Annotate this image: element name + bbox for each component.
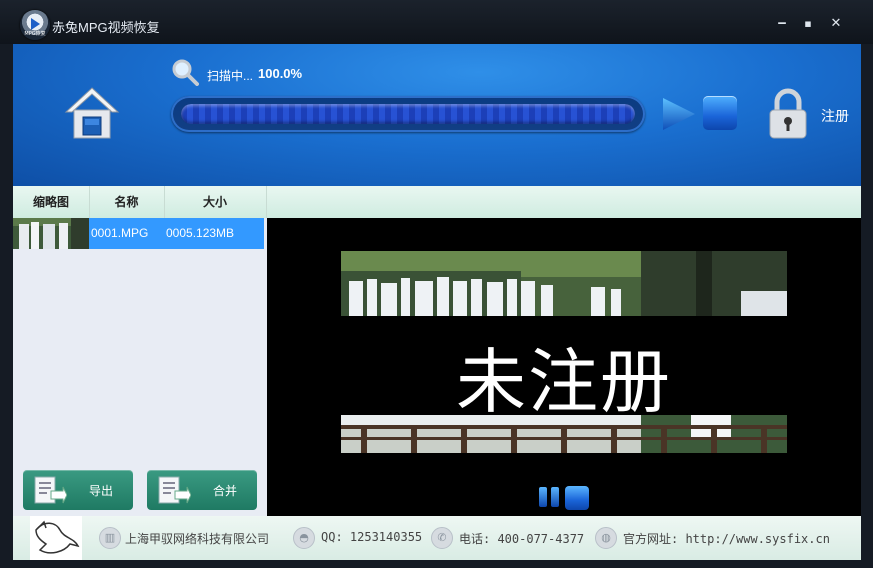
column-size[interactable]: 大小 [164,186,267,218]
video-preview: 未注册 [267,218,861,516]
header-panel: 扫描中... 100.0% 注册 [13,44,861,186]
export-button[interactable]: 导出 [23,470,133,510]
column-thumbnail[interactable]: 缩略图 [13,186,90,218]
scan-progress-bar [171,96,645,132]
lock-icon[interactable] [767,88,809,140]
merge-label: 合并 [213,484,238,498]
file-size: 0005.123MB [166,226,235,240]
merge-icon [158,476,191,504]
file-list-header: 缩略图 名称 大小 [13,186,861,218]
stop-button[interactable] [703,96,737,130]
register-link[interactable]: 注册 [821,106,849,126]
search-icon [172,59,199,86]
file-thumbnail [13,218,89,249]
maximize-button[interactable]: ▪ [798,14,818,34]
preview-stop-button[interactable] [565,486,589,510]
app-logo-text: MPG恢复 [24,31,46,37]
app-logo-icon: MPG恢复 [20,10,50,40]
company-name: 上海甲驭网络科技有限公司 [125,532,270,546]
building-icon: ▥ [99,527,121,549]
export-label: 导出 [89,484,114,498]
app-title: 赤兔MPG视频恢复 [52,20,160,35]
app-window: MPG恢复 赤兔MPG视频恢复 ‒ ▪ ✕ 扫描中... 100.0% 注册 缩… [0,0,873,568]
preview-image-top [341,251,787,316]
globe-icon: ◍ [595,527,617,549]
start-play-button[interactable] [661,96,697,132]
qq-number: QQ: 1253140355 [321,530,423,544]
title-bar: MPG恢复 赤兔MPG视频恢复 ‒ ▪ ✕ [0,0,873,44]
merge-button[interactable]: 合并 [147,470,257,510]
website-link[interactable]: 官方网址: http://www.sysfix.cn [623,530,830,547]
progress-fill [181,104,635,124]
close-button[interactable]: ✕ [826,14,846,34]
unregistered-watermark: 未注册 [456,341,672,423]
file-row[interactable]: 0001.MPG 0005.123MB [13,218,264,249]
pause-icon[interactable] [538,486,560,508]
qq-icon: ◓ [293,527,315,549]
file-name: 0001.MPG [91,226,149,240]
scan-status-label: 扫描中... [207,69,254,83]
phone-number: 电话: 400-077-4377 [459,532,585,546]
footer-bar: ▥ 上海甲驭网络科技有限公司 ◓ QQ: 1253140355 ✆ 电话: 40… [13,516,861,560]
export-icon [34,476,67,504]
company-logo [30,516,82,560]
home-icon[interactable] [64,86,120,142]
preview-image-bottom [341,415,787,453]
scan-percent: 100.0% [258,66,303,81]
column-name[interactable]: 名称 [89,186,165,218]
phone-icon: ✆ [431,527,453,549]
minimize-button[interactable]: ‒ [772,14,792,34]
